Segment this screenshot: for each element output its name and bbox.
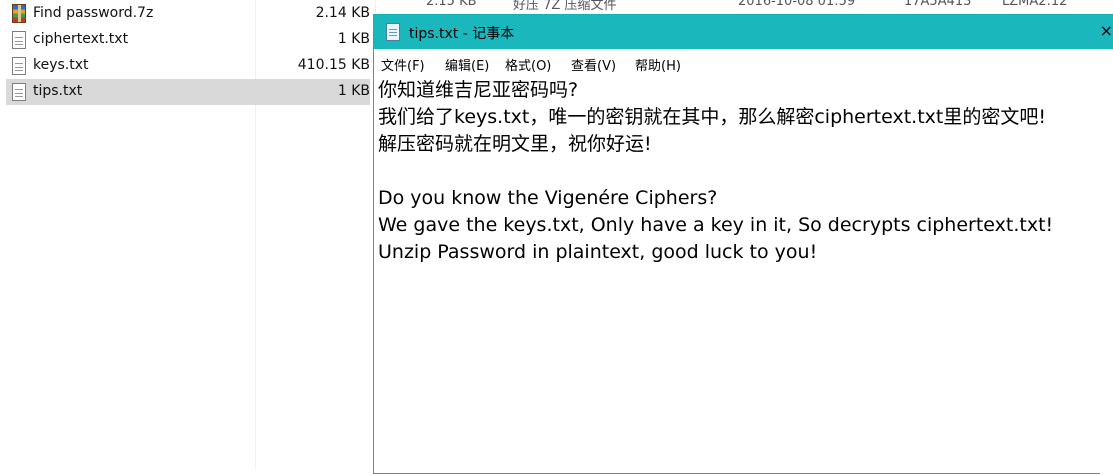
file-type: 好压 7Z 压缩文件 [513,0,617,13]
file-size: 1 KB [337,83,370,99]
file-row-keys[interactable]: keys.txt 410.15 KB [6,53,370,79]
file-size: 2.14 KB [315,5,370,21]
file-size: 410.15 KB [297,57,370,73]
vertical-scrollbar[interactable] [1100,75,1113,475]
close-icon[interactable]: × [1100,21,1113,40]
text-line: 你知道维吉尼亚密码吗? [378,79,579,101]
archive-icon [12,4,26,23]
file-name: keys.txt [33,57,89,73]
menu-bar: 文件(F) 编辑(E) 格式(O) 查看(V) 帮助(H) [374,51,1113,75]
text-editor-area[interactable]: 你知道维吉尼亚密码吗? 我们给了keys.txt，唯一的密钥就在其中，那么解密c… [378,77,1098,471]
text-line: Unzip Password in plaintext, good luck t… [378,241,818,263]
packed-size: 2.15 KB [426,0,477,9]
menu-view[interactable]: 查看(V) [571,55,616,74]
compression-method: LZMA2:12 [1002,0,1068,9]
file-row-tips[interactable]: tips.txt 1 KB [6,79,370,105]
text-line: 我们给了keys.txt，唯一的密钥就在其中，那么解密ciphertext.tx… [378,106,1046,128]
text-file-icon [12,57,26,75]
menu-edit[interactable]: 编辑(E) [445,55,489,74]
text-line: Do you know the Vigenére Ciphers? [378,187,718,209]
text-file-icon [12,31,26,49]
text-line: We gave the keys.txt, Only have a key in… [378,214,1054,236]
menu-format[interactable]: 格式(O) [505,55,551,74]
modified-date: 2016-10-08 01:59 [738,0,856,9]
file-row-find-password[interactable]: Find password.7z 2.14 KB [6,1,370,27]
menu-file[interactable]: 文件(F) [381,55,425,74]
crc-value: 17A5A413 [904,0,972,9]
menu-help[interactable]: 帮助(H) [635,55,681,74]
text-file-icon [12,83,26,101]
file-size: 1 KB [337,31,370,47]
window-title: tips.txt - 记事本 [409,26,515,42]
text-line [378,158,1098,185]
file-name: Find password.7z [33,5,154,21]
file-row-ciphertext[interactable]: ciphertext.txt 1 KB [6,27,370,53]
notepad-window: tips.txt - 记事本 × 文件(F) 编辑(E) 格式(O) 查看(V)… [373,14,1113,475]
notepad-icon [386,23,400,41]
file-name: tips.txt [33,83,83,99]
file-name: ciphertext.txt [33,31,129,47]
text-line: 解压密码就在明文里，祝你好运! [378,133,652,155]
partial-file-details-row: 2.15 KB 好压 7Z 压缩文件 2016-10-08 01:59 17A5… [376,0,1113,14]
title-bar[interactable]: tips.txt - 记事本 × [374,15,1113,49]
